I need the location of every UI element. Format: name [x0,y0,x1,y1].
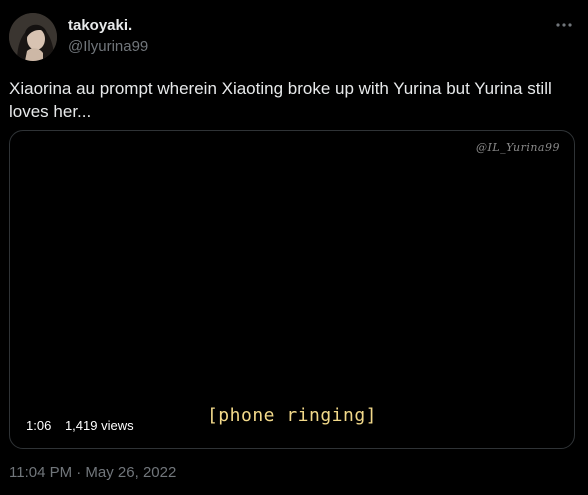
author-display-name[interactable]: takoyaki. [68,17,132,35]
ellipsis-icon [555,15,573,33]
video-watermark: @IL_Yurina99 [476,141,560,154]
video-player[interactable]: @IL_Yurina99 [phone ringing] 1:06 1,419 … [9,130,575,449]
tweet-timestamp[interactable]: 11:04 PM · May 26, 2022 [9,464,176,482]
profile-photo [9,13,57,61]
video-meta: 1:06 1,419 views [26,418,144,434]
tweet-text: Xiaorina au prompt wherein Xiaoting brok… [9,79,552,121]
more-options-button[interactable] [552,14,576,34]
author-handle[interactable]: @Ilyurina99 [68,38,148,56]
video-views: 1,419 views [64,418,134,433]
tweet: takoyaki. @Ilyurina99 Xiaorina au prompt… [0,0,588,495]
video-duration: 1:06 [26,418,52,433]
avatar[interactable] [9,13,57,61]
